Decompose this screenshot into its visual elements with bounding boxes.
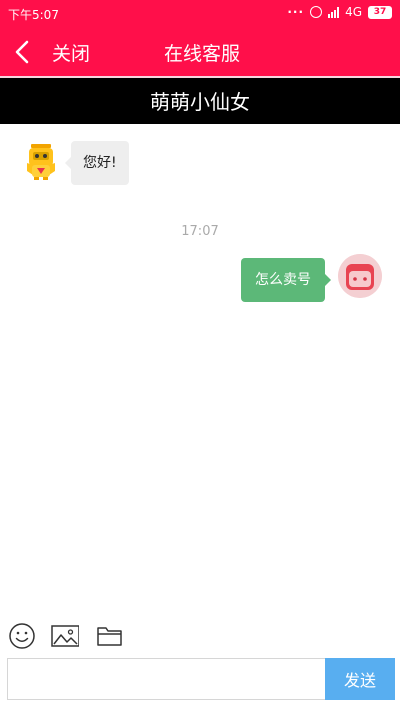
agent-name: 萌萌小仙女 <box>150 90 250 114</box>
page-title: 在线客服 <box>163 43 240 65</box>
composer-row: 发送 <box>0 656 400 702</box>
folder-icon[interactable] <box>96 622 124 650</box>
alarm-icon <box>310 6 323 18</box>
send-button[interactable]: 发送 <box>325 658 395 700</box>
app-header-background: 下午5:07 ··· 4G 37 关闭 在线客服 <box>0 0 400 76</box>
agent-name-bar: 萌萌小仙女 <box>0 76 400 124</box>
message-timestamp: 17:07 <box>181 224 219 239</box>
status-bar: 下午5:07 ··· 4G 37 <box>0 0 400 28</box>
composer-toolbar <box>0 620 400 652</box>
nav-header: 关闭 在线客服 <box>0 28 400 76</box>
status-time: 下午5:07 <box>8 8 59 22</box>
battery-level: 37 <box>373 7 387 17</box>
message-input[interactable] <box>7 658 325 700</box>
signal-icon <box>328 6 340 18</box>
message-text: 怎么卖号 <box>255 272 311 288</box>
user-avatar <box>338 254 382 298</box>
battery-icon: 37 <box>368 5 392 19</box>
image-icon[interactable] <box>51 622 79 650</box>
status-icons: ··· 4G 37 <box>287 5 392 19</box>
message-text: 您好! <box>83 155 117 171</box>
emoji-icon[interactable] <box>8 622 36 650</box>
network-type: 4G <box>345 5 362 19</box>
agent-avatar <box>27 144 55 180</box>
more-notifications-icon: ··· <box>287 5 305 19</box>
incoming-message-bubble: 您好! <box>65 141 129 185</box>
outgoing-message-bubble: 怎么卖号 <box>241 258 331 302</box>
